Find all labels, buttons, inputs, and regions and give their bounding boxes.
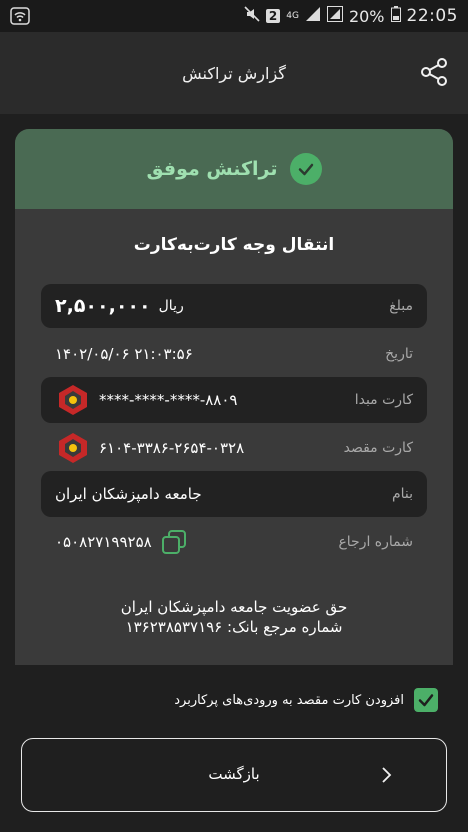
check-circle-icon [289,153,322,185]
wifi-icon [10,6,30,26]
add-card-checkbox[interactable] [414,688,438,712]
dest-card-group: ۶۱۰۴-۳۳۸۶-۲۶۵۴-۰۳۲۸ [55,430,244,466]
battery-percent: 20% [348,6,385,26]
mute-icon [244,6,260,26]
date-row: تاریخ ۱۴۰۲/۰۵/۰۶ ۲۱:۰۳:۵۶ [41,332,427,376]
source-card-group: ****-****-****-۸۸۰۹ [55,382,237,418]
receipt-card: تراکنش موفق انتقال وجه کارت‌به‌کارت مبلغ… [15,129,453,665]
amount-label: مبلغ [389,298,413,314]
amount-unit: ریال [158,298,184,314]
status-icons: 2 4G 20% 22:05 [244,6,458,26]
description-line-2: شماره مرجع بانک: ۱۳۶۲۳۸۵۳۷۱۹۶ [125,618,343,636]
signal-icon [305,6,321,26]
transaction-type: انتقال وجه کارت‌به‌کارت [133,235,335,255]
name-row: بنام جامعه دامپزشکان ایران [41,471,427,517]
description-line-1: حق عضویت جامعه دامپزشکان ایران [120,598,348,616]
page-title: گزارش تراکنش [182,64,286,83]
dest-card-row: کارت مقصد ۶۱۰۴-۳۳۸۶-۲۶۵۴-۰۳۲۸ [41,425,427,471]
source-card-value: ****-****-****-۸۸۰۹ [99,391,238,409]
success-banner: تراکنش موفق [15,129,453,209]
bank-logo-icon [55,430,91,466]
success-status-text: تراکنش موفق [146,158,278,180]
share-button[interactable] [418,58,450,90]
date-value: ۱۴۰۲/۰۵/۰۶ ۲۱:۰۳:۵۶ [55,345,193,363]
add-card-label: افزودن کارت مقصد به ورودی‌های پرکاربرد [174,692,404,708]
battery-icon [390,6,401,26]
copy-icon[interactable] [160,528,188,556]
status-bar: 2 4G 20% 22:05 [0,0,468,32]
transaction-description: حق عضویت جامعه دامپزشکان ایران شماره مرج… [15,597,453,637]
reference-row: شماره ارجاع ۰۵۰۸۲۷۱۹۹۲۵۸ [41,519,427,565]
reference-value: ۰۵۰۸۲۷۱۹۹۲۵۸ [55,533,152,551]
signal-icon-2 [326,6,343,26]
share-icon [419,57,449,91]
add-card-favorite-option[interactable]: افزودن کارت مقصد به ورودی‌های پرکاربرد [174,688,438,712]
network-type: 4G [286,11,299,21]
date-label: تاریخ [385,346,413,362]
sim-badge: 2 [265,9,281,23]
dest-card-label: کارت مقصد [343,440,413,456]
source-card-row: کارت مبدا ****-****-****-۸۸۰۹ [41,377,427,423]
dest-card-value: ۶۱۰۴-۳۳۸۶-۲۶۵۴-۰۳۲۸ [99,439,245,457]
reference-group: ۰۵۰۸۲۷۱۹۹۲۵۸ [55,528,188,556]
amount-value: ۲,۵۰۰,۰۰۰ [55,295,151,317]
name-label: بنام [391,486,413,502]
back-button[interactable]: بازگشت [21,738,447,812]
chevron-right-icon [376,765,396,785]
amount-row: مبلغ ۲,۵۰۰,۰۰۰ ریال [41,284,427,328]
name-value: جامعه دامپزشکان ایران [55,485,202,503]
clock: 22:05 [406,6,458,26]
reference-label: شماره ارجاع [338,534,413,550]
source-card-label: کارت مبدا [354,392,413,408]
bank-logo-icon [55,382,91,418]
app-header: گزارش تراکنش [0,32,468,114]
amount-value-group: ۲,۵۰۰,۰۰۰ ریال [55,295,184,317]
